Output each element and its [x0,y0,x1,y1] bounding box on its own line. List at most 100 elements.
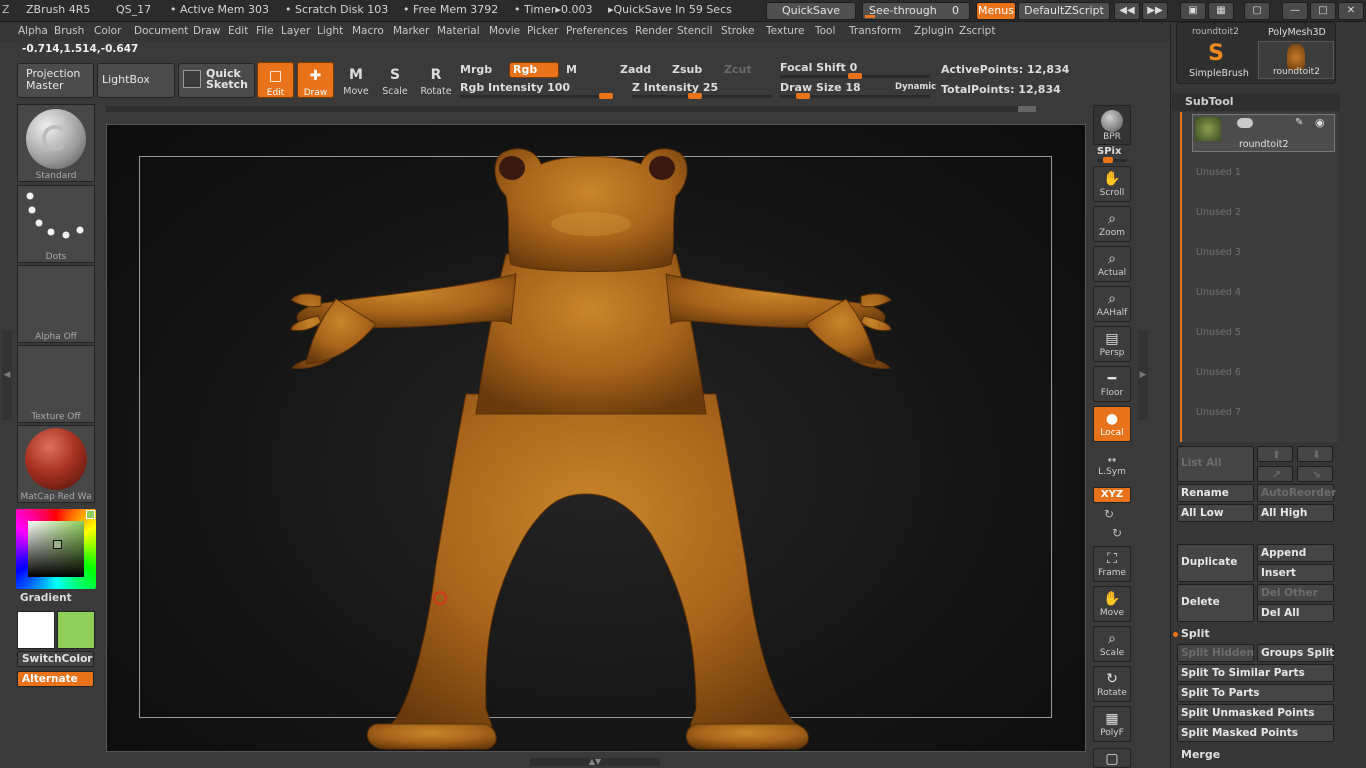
split-section-title[interactable]: Split [1181,627,1210,640]
polyf-button[interactable]: ▦ PolyF [1093,706,1131,742]
frog-model[interactable] [106,124,1086,752]
rotate-z-icon[interactable]: ↻ [1112,526,1122,540]
menu-draw[interactable]: Draw [193,25,220,37]
dynamic-toggle[interactable]: Dynamic [895,82,936,92]
mrgb-button[interactable]: Mrgb [460,63,492,76]
menus-button[interactable]: Menus [976,2,1016,20]
menu-file[interactable]: File [256,25,274,37]
split-to-similar-parts-button[interactable]: Split To Similar Parts [1177,664,1334,682]
persp-button[interactable]: ▤ Persp [1093,326,1131,362]
focal-shift-slider[interactable] [780,73,930,79]
lsym-button[interactable]: ↔ L.Sym [1093,452,1131,480]
scale-view-button[interactable]: ⌕ Scale [1093,626,1131,662]
color-picker[interactable] [16,509,96,589]
roundtoit2-thumbnail[interactable]: roundtoit2 [1258,41,1334,79]
subtool-eye-icon[interactable]: ◉ [1315,116,1325,129]
subtool-brush-icon[interactable]: ✎ [1295,117,1303,128]
m-button[interactable]: M [566,63,577,76]
collapse-right-icon[interactable]: ▶▶ [1142,2,1168,20]
subtool-unused-7[interactable]: Unused 7 [1196,407,1241,418]
menu-edit[interactable]: Edit [228,25,248,37]
lightbox-button[interactable]: LightBox [97,63,175,98]
menu-stroke[interactable]: Stroke [721,25,754,37]
menu-render[interactable]: Render [635,25,672,37]
duplicate-button[interactable]: Duplicate [1177,544,1254,582]
split-to-parts-button[interactable]: Split To Parts [1177,684,1334,702]
subtool-unused-5[interactable]: Unused 5 [1196,327,1241,338]
frame-button[interactable]: ⛶ Frame [1093,546,1131,582]
scale-mode-button[interactable]: S Scale [376,62,414,100]
material-selector[interactable]: MatCap Red Wa [17,425,95,503]
delete-button[interactable]: Delete [1177,584,1254,622]
local-button[interactable]: ● Local [1093,406,1131,442]
default-zscript-button[interactable]: DefaultZScript [1018,2,1110,20]
groups-split-button[interactable]: Groups Split [1257,644,1334,662]
insert-button[interactable]: Insert [1257,564,1334,582]
transp-button[interactable]: ▢ [1093,748,1131,768]
menu-transform[interactable]: Transform [849,25,901,37]
edit-mode-button[interactable]: □ Edit [257,62,294,98]
menu-stencil[interactable]: Stencil [677,25,713,37]
simplebrush-label[interactable]: SimpleBrush [1189,68,1249,79]
zoom-button[interactable]: ⌕ Zoom [1093,206,1131,242]
menu-picker[interactable]: Picker [527,25,558,37]
move-down-icon[interactable]: ⬇ [1297,446,1333,462]
spix-slider[interactable] [1097,157,1127,163]
subtool-unused-1[interactable]: Unused 1 [1196,167,1241,178]
simplebrush-icon[interactable]: S [1204,42,1228,66]
subtool-unused-2[interactable]: Unused 2 [1196,207,1241,218]
minimize-icon[interactable]: — [1282,2,1308,20]
all-high-button[interactable]: All High [1257,504,1334,522]
del-all-button[interactable]: Del All [1257,604,1334,622]
aahalf-button[interactable]: ⌕ AAHalf [1093,286,1131,322]
zcut-button[interactable]: Zcut [724,63,752,76]
subtool-unused-6[interactable]: Unused 6 [1196,367,1241,378]
menu-zplugin[interactable]: Zplugin [914,25,954,37]
right-tray-handle[interactable]: ▶ [1138,330,1148,420]
rotate-y-icon[interactable]: ↻ [1104,507,1114,521]
menu-brush[interactable]: Brush [54,25,84,37]
merge-section-title[interactable]: Merge [1181,748,1220,761]
polymesh3d-label[interactable]: PolyMesh3D [1268,27,1326,38]
maximize-icon[interactable]: □ [1310,2,1336,20]
floor-button[interactable]: ━ Floor [1093,366,1131,402]
z-intensity-slider[interactable] [632,93,772,99]
split-masked-points-button[interactable]: Split Masked Points [1177,724,1334,742]
menu-light[interactable]: Light [317,25,343,37]
rgb-button[interactable]: Rgb [509,62,559,78]
autoreorder-button[interactable]: AutoReorder [1257,484,1336,502]
rotate-view-button[interactable]: ↻ Rotate [1093,666,1131,702]
rgb-intensity-slider[interactable] [460,93,615,99]
layout-icon[interactable]: ▣ [1180,2,1206,20]
texture-selector[interactable]: Texture Off [17,345,95,423]
menu-marker[interactable]: Marker [393,25,429,37]
move-prev-icon[interactable]: ↗ [1257,466,1293,482]
stroke-selector[interactable]: Dots [17,185,95,263]
xyz-button[interactable]: XYZ [1093,487,1131,503]
subtool-item-roundtoit2[interactable]: ✎ ◉ roundtoit2 [1192,114,1335,152]
menu-document[interactable]: Document [134,25,188,37]
quick-sketch-button[interactable]: Quick Sketch [178,63,255,98]
menu-tool[interactable]: Tool [815,25,835,37]
canvas-top-scrollbar-thumb[interactable] [1018,106,1036,112]
collapse-left-icon[interactable]: ◀◀ [1114,2,1140,20]
alpha-selector[interactable]: Alpha Off [17,265,95,343]
move-up-icon[interactable]: ⬆ [1257,446,1293,462]
actual-button[interactable]: ⌕ Actual [1093,246,1131,282]
bottom-tray-handle[interactable]: ▲▼ [530,758,660,766]
subtool-unused-3[interactable]: Unused 3 [1196,247,1241,258]
quicksave-button[interactable]: QuickSave [766,2,856,20]
color-saturation-square[interactable] [28,521,84,577]
gradient-label[interactable]: Gradient [20,592,72,604]
left-tray-handle[interactable]: ◀ [2,330,12,420]
menu-texture[interactable]: Texture [766,25,804,37]
bpr-button[interactable]: BPR [1093,105,1131,145]
menu-macro[interactable]: Macro [352,25,384,37]
close-icon[interactable]: ✕ [1338,2,1364,20]
menu-alpha[interactable]: Alpha [18,25,48,37]
rename-button[interactable]: Rename [1177,484,1254,502]
subtool-visibility-icon[interactable] [1237,118,1253,128]
menu-movie[interactable]: Movie [489,25,520,37]
seethrough-slider[interactable]: See-through 0 [862,2,970,20]
menu-zscript[interactable]: Zscript [959,25,995,37]
